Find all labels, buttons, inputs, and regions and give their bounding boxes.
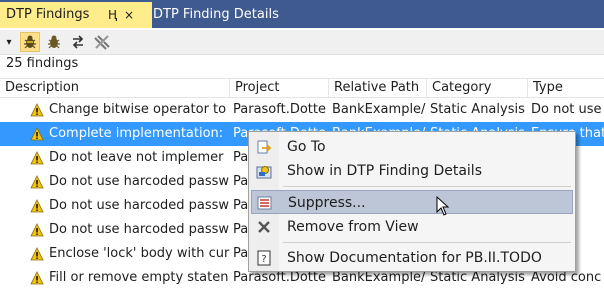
menu-separator [283,242,571,243]
cell-description: Fill or remove empty staten [49,270,229,285]
cell-description: Change bitwise operator to [49,102,227,117]
findings-count: 25 findings [6,56,79,71]
cell-relative-path: BankExample/ [332,102,426,117]
svg-text:?: ? [261,254,266,265]
cell-type: Do not use [531,102,602,117]
table-header: Description Project Relative Path Catego… [0,78,604,98]
goto-icon [256,139,272,155]
cell-description: Do not leave not implemer [49,150,224,165]
warning-icon [30,127,44,141]
menu-item-label: Show Documentation for PB.II.TODO [287,250,542,266]
column-header-relative-path[interactable]: Relative Path [329,79,427,97]
cell-description: Do not use harcoded passw [49,198,230,213]
menu-item-suppress[interactable]: Suppress... [251,190,573,214]
cell-description: Do not use harcoded passw [49,222,230,237]
bug-icon[interactable] [44,32,64,52]
warning-icon [30,175,44,189]
pin-icon[interactable]: Ⱨ [108,2,117,28]
warning-icon [30,151,44,165]
menu-item-go-to[interactable]: Go To [251,135,573,159]
menu-item-label: Suppress... [288,195,366,211]
tab-strip: DTP Findings Ⱨ × DTP Finding Details [0,0,604,28]
warning-icon [30,103,44,117]
menu-item-label: Remove from View [287,219,419,235]
toolbar: ▾ [0,30,604,55]
remove-icon [256,219,272,235]
dropdown-icon[interactable]: ▾ [2,32,16,52]
menu-item-remove-from-view[interactable]: Remove from View [251,215,573,239]
suppress-icon [257,195,273,211]
menu-item-label: Show in DTP Finding Details [287,163,482,179]
warning-icon [30,199,44,213]
menu-separator [283,186,571,187]
refresh-icon[interactable] [68,32,88,52]
cell-description: Enclose 'lock' body with cur [49,246,230,261]
warning-icon [30,223,44,237]
close-icon[interactable]: × [124,2,134,28]
tab-dtp-findings-label: DTP Findings [6,7,90,22]
cell-project: Parasoft.Dotte [233,102,326,117]
table-row[interactable]: Change bitwise operator to Parasoft.Dotte… [0,98,604,122]
warning-icon [30,271,44,285]
column-header-description[interactable]: Description [0,79,230,97]
column-header-category[interactable]: Category [427,79,528,97]
cell-description: Complete implementation: [49,126,224,141]
column-header-project[interactable]: Project [230,79,329,97]
column-header-type[interactable]: Type [528,79,604,97]
documentation-icon: ? [256,250,272,266]
context-menu: Go To Show in DTP Finding Details Suppre… [248,131,576,272]
disconnect-icon[interactable] [92,32,112,52]
cell-category: Static Analysis [430,102,525,117]
menu-item-show-in-details[interactable]: Show in DTP Finding Details [251,159,573,183]
menu-item-label: Go To [287,139,326,155]
cell-description: Do not use harcoded passw [49,174,230,189]
menu-item-show-documentation[interactable]: ? Show Documentation for PB.II.TODO [251,246,573,270]
bug-filter-icon[interactable] [20,32,40,52]
tab-dtp-finding-details[interactable]: DTP Finding Details [147,2,309,28]
mouse-cursor-icon [436,196,450,216]
tab-dtp-findings[interactable]: DTP Findings Ⱨ × [0,2,152,28]
tab-dtp-finding-details-label: DTP Finding Details [153,7,279,22]
details-icon [256,163,272,179]
warning-icon [30,247,44,261]
